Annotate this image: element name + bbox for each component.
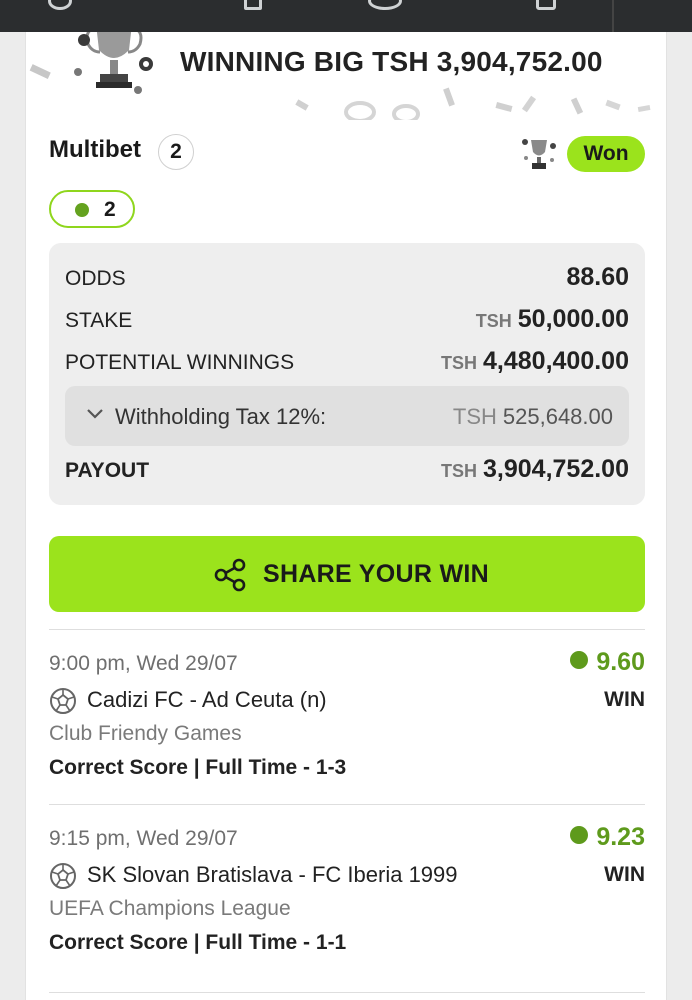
tax-currency: TSH [452,404,497,429]
bet-type-label: Multibet [49,136,141,163]
withholding-tax-amount: TSH 525,648.00 [453,404,613,430]
stake-label: STAKE [65,309,133,332]
withholding-tax-value: 525,648.00 [502,404,613,429]
stake-amount: TSH 50,000.00 [476,305,629,334]
soccer-ball-icon [50,688,76,714]
potential-currency: TSH [441,353,478,373]
bet-summary-panel: ODDS 88.60 STAKE TSH 50,000.00 POTENTIAL … [49,243,645,505]
trophy-icon [74,32,153,94]
legs-won-filter[interactable]: 2 [49,190,135,228]
share-your-win-button[interactable]: SHARE YOUR WIN [49,536,645,612]
won-dot-icon [570,826,589,844]
payout-amount: TSH 3,904,752.00 [441,455,629,484]
match-teams: Cadizi FC - Ad Ceuta (n) [87,687,327,712]
selection-odds: 9.23 [570,823,645,852]
odds-value: 88.60 [566,263,629,291]
divider [49,804,645,805]
chevron-down-icon [87,409,103,419]
selection-result: WIN [604,688,645,711]
won-dot-icon [75,203,89,217]
pulse-nav-icon[interactable] [244,0,262,10]
odds-row: ODDS 88.60 [65,263,629,293]
selection-odds-value: 9.60 [596,648,645,676]
potential-winnings-label: POTENTIAL WINNINGS [65,351,295,374]
selection-item[interactable]: 9:00 pm, Wed 29/07 9.60 Cadizi FC - Ad C… [49,648,645,802]
league-name: Club Friendy Games [49,722,242,745]
won-dot-icon [570,651,589,669]
divider [49,629,645,630]
match-time: 9:15 pm, Wed 29/07 [49,827,238,850]
sports-nav-icon[interactable] [48,0,72,10]
payout-label: PAYOUT [65,459,150,482]
payout-currency: TSH [441,461,478,481]
payout-row: PAYOUT TSH 3,904,752.00 [65,455,629,485]
market-pick: Correct Score | Full Time - 1-3 [49,756,347,779]
potential-winnings-amount: TSH 4,480,400.00 [441,347,629,376]
payout-value: 3,904,752.00 [483,455,629,483]
match-time: 9:00 pm, Wed 29/07 [49,652,238,675]
share-button-label: SHARE YOUR WIN [263,560,489,588]
stake-value: 50,000.00 [517,305,629,333]
market-pick: Correct Score | Full Time - 1-1 [49,931,347,954]
league-name: UEFA Champions League [49,897,291,920]
withholding-tax-row[interactable]: Withholding Tax 12%: TSH 525,648.00 [65,386,629,446]
stake-currency: TSH [475,311,512,331]
status-badge: Won [567,136,645,172]
trophy-icon [522,139,556,169]
selection-item[interactable]: 9:15 pm, Wed 29/07 9.23 SK Slovan Bratis… [49,823,645,977]
potential-winnings-row: POTENTIAL WINNINGS TSH 4,480,400.00 [65,347,629,377]
win-banner: WINNING BIG TSH 3,904,752.00 [26,32,668,120]
selection-odds: 9.60 [570,648,645,677]
top-navigation-bar [0,0,692,32]
bet-details-card: WINNING BIG TSH 3,904,752.00 Multibet 2 … [25,32,667,1000]
selection-result: WIN [604,863,645,886]
withholding-tax-label: Withholding Tax 12%: [115,404,327,429]
win-banner-text: WINNING BIG TSH 3,904,752.00 [180,46,603,77]
selection-count-badge: 2 [158,134,194,170]
match-teams: SK Slovan Bratislava - FC Iberia 1999 [87,862,458,887]
selection-odds-value: 9.23 [596,823,645,851]
topbar-divider [612,0,614,32]
trophy-nav-icon[interactable] [536,0,556,10]
divider [49,992,645,993]
share-icon [214,558,246,592]
odds-label: ODDS [65,267,126,290]
live-nav-icon[interactable] [368,0,402,10]
soccer-ball-icon [50,863,76,889]
legs-won-count: 2 [104,198,116,221]
potential-winnings-value: 4,480,400.00 [483,347,629,375]
stake-row: STAKE TSH 50,000.00 [65,305,629,335]
